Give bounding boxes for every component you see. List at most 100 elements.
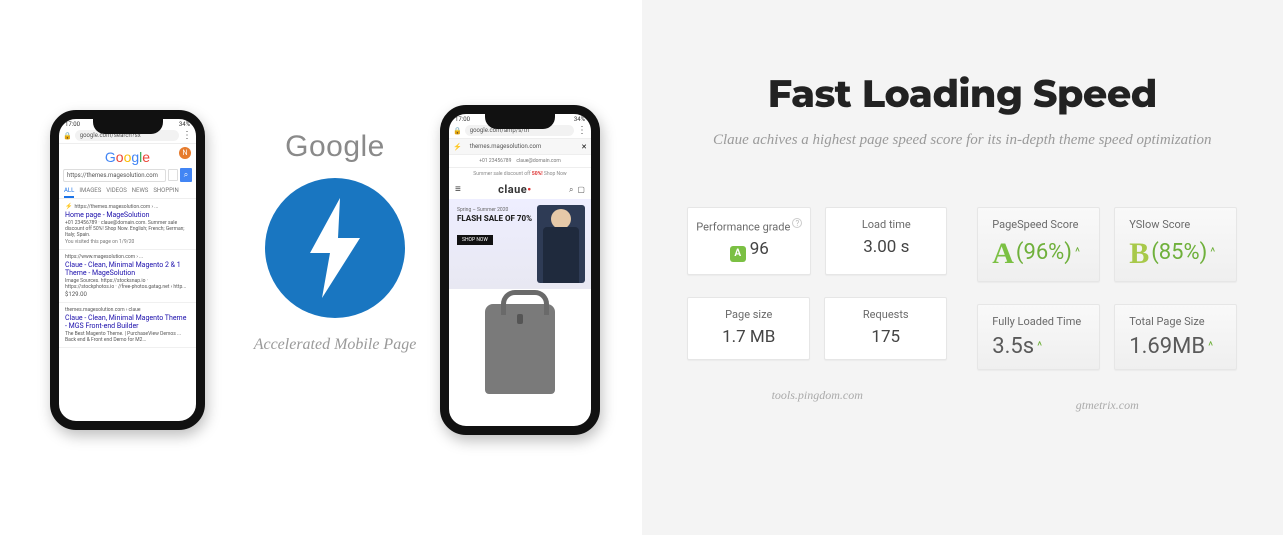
- metric-value: 175: [833, 327, 938, 347]
- search-input: https://themes.magesolution.com: [63, 169, 166, 182]
- search-result: ⚡https://themes.magesolution.com › ... H…: [59, 199, 196, 250]
- metric-value: (96%): [1016, 240, 1072, 265]
- store-email: claue@domain.com: [516, 158, 560, 164]
- gtmetrix-column: PageSpeed Score A(96%)^ YSlow Score B(85…: [977, 207, 1237, 413]
- product-image: [449, 289, 591, 409]
- mic-icon: [168, 169, 178, 181]
- promo-bar: Summer sale discount off 50%! Shop Now: [449, 168, 591, 180]
- store-logo: claue•: [498, 183, 532, 196]
- result-desc: The Best Magento Theme. | PurchaseView D…: [65, 331, 190, 343]
- result-desc: +01 23456789 · claue@domain.com. Summer …: [65, 220, 190, 238]
- speed-panel: Fast Loading Speed Claue achives a highe…: [642, 0, 1283, 535]
- phone-notch: [485, 113, 555, 129]
- phone-notch: [93, 118, 163, 134]
- hero-model-image: [537, 205, 585, 283]
- card-fully-loaded-time: Fully Loaded Time 3.5s^: [977, 304, 1100, 370]
- metric-value: 1.69MB: [1129, 334, 1205, 359]
- amp-logo-block: Google Accelerated Mobile Page: [235, 130, 435, 354]
- search-result: https://www.magesolution.com › ... Claue…: [59, 250, 196, 303]
- metric-value: 3.5s: [992, 334, 1034, 359]
- amp-badge-icon: ⚡: [65, 203, 72, 210]
- amp-circle: [265, 178, 405, 318]
- card-page-size: Page size 1.7 MB: [687, 297, 810, 360]
- section-title: Fast Loading Speed: [682, 70, 1244, 117]
- grade-letter: A: [992, 237, 1014, 271]
- tab-videos: VIDEOS: [106, 185, 127, 198]
- metric-value: 96: [750, 239, 769, 259]
- status-battery: 34%: [574, 116, 585, 123]
- shop-now-button: SHOP NOW: [457, 235, 493, 245]
- lightning-bolt-icon: [300, 198, 370, 298]
- result-url: https://www.magesolution.com › ...: [65, 254, 190, 260]
- search-row: https://themes.magesolution.com ⌕: [59, 168, 196, 185]
- phone-mockup-google-search: 17:00 34% 🔒 google.com/search?sx ⋮ Googl…: [50, 110, 205, 430]
- metric-value: (85%): [1151, 240, 1207, 265]
- amp-source-bar: ⚡ themes.magesolution.com ✕: [449, 139, 591, 155]
- caret-up-icon: ^: [1075, 245, 1080, 259]
- card-load-time: Load time 3.00 s: [825, 207, 947, 276]
- amp-caption: Accelerated Mobile Page: [235, 336, 435, 354]
- status-battery: 34%: [179, 121, 190, 128]
- caret-up-icon: ^: [1208, 339, 1213, 353]
- pingdom-column: Performance grade? A96 Load time 3.00 s …: [687, 207, 947, 413]
- status-time: 17:00: [65, 121, 80, 128]
- tab-shopping: SHOPPIN: [153, 185, 178, 198]
- search-result: themes.magesolution.com › claue Claue - …: [59, 303, 196, 348]
- status-time: 17:00: [455, 116, 470, 123]
- amp-source-url: themes.magesolution.com: [465, 141, 578, 152]
- metric-value: 1.7 MB: [696, 327, 801, 347]
- result-desc: Image Sources. https://stocksnap.io · ht…: [65, 278, 190, 290]
- result-url: https://themes.magesolution.com › ...: [74, 204, 158, 210]
- info-icon: ?: [792, 218, 802, 228]
- close-icon: ✕: [581, 143, 587, 151]
- card-pagespeed-score: PageSpeed Score A(96%)^: [977, 207, 1100, 282]
- caret-up-icon: ^: [1037, 339, 1042, 353]
- search-button-icon: ⌕: [180, 168, 192, 182]
- kebab-menu-icon: ⋮: [182, 133, 192, 139]
- grade-letter: B: [1129, 237, 1149, 271]
- result-url: themes.magesolution.com › claue: [65, 307, 190, 313]
- phone-mockup-amp-page: 17:00 34% 🔒 google.com/amp/s/th ⋮ ⚡ them…: [440, 105, 600, 435]
- result-title: Claue - Clean, Minimal Magento Theme - M…: [65, 314, 190, 330]
- caret-up-icon: ^: [1210, 245, 1215, 259]
- account-avatar: N: [179, 147, 191, 159]
- store-header: ≡ claue• ⌕ ▢: [449, 180, 591, 199]
- cart-icon: ▢: [577, 185, 585, 195]
- result-title: Home page - MageSolution: [65, 211, 190, 219]
- metric-label: Fully Loaded Time: [992, 315, 1085, 328]
- metric-label: PageSpeed Score: [992, 218, 1085, 231]
- google-logo: Google: [59, 144, 196, 168]
- card-yslow-score: YSlow Score B(85%)^: [1114, 207, 1237, 282]
- result-visited: You visited this page on 1/9/20: [65, 239, 190, 245]
- metric-label: Performance grade: [696, 220, 790, 233]
- card-total-page-size: Total Page Size 1.69MB^: [1114, 304, 1237, 370]
- source-label: tools.pingdom.com: [687, 388, 947, 403]
- search-tabs: ALL IMAGES VIDEOS NEWS SHOPPIN: [59, 185, 196, 199]
- kebab-menu-icon: ⋮: [577, 128, 587, 134]
- amp-showcase-panel: 17:00 34% 🔒 google.com/search?sx ⋮ Googl…: [0, 0, 642, 535]
- amp-badge-icon: ⚡: [453, 143, 462, 151]
- tab-all: ALL: [64, 185, 74, 198]
- google-word: Google: [235, 130, 435, 164]
- metric-label: Page size: [696, 308, 801, 321]
- card-performance-grade: Performance grade? A96: [687, 207, 811, 276]
- tab-images: IMAGES: [79, 185, 101, 198]
- tab-news: NEWS: [132, 185, 149, 198]
- metric-value: 3.00 s: [834, 237, 938, 257]
- section-subtitle: Claue achives a highest page speed score…: [682, 129, 1244, 152]
- result-title: Claue - Clean, Minimal Magento 2 & 1 The…: [65, 261, 190, 277]
- store-contact-bar: +01 23456789 claue@domain.com: [449, 155, 591, 168]
- grade-badge: A: [730, 246, 746, 262]
- result-price: $129.00: [65, 291, 190, 298]
- source-label: gtmetrix.com: [977, 398, 1237, 413]
- search-icon: ⌕: [569, 185, 573, 195]
- lock-icon: 🔒: [63, 132, 72, 140]
- backpack-image: [485, 304, 555, 394]
- metric-label: YSlow Score: [1129, 218, 1222, 231]
- card-requests: Requests 175: [824, 297, 947, 360]
- metric-label: Requests: [833, 308, 938, 321]
- lock-icon: 🔒: [453, 127, 462, 135]
- metrics-grid: Performance grade? A96 Load time 3.00 s …: [682, 207, 1244, 413]
- hamburger-icon: ≡: [455, 184, 461, 195]
- store-phone: +01 23456789: [479, 158, 511, 164]
